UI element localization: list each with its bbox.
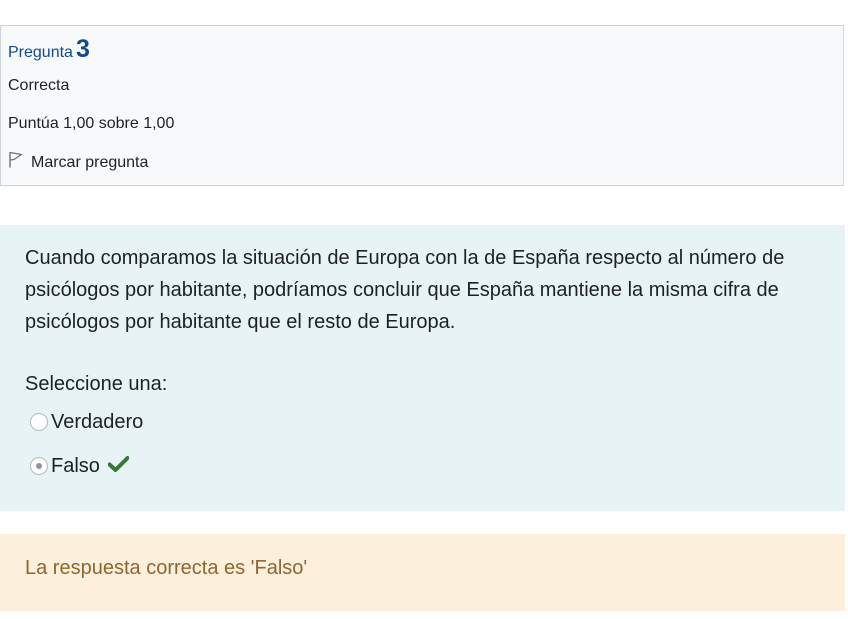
answer-label-falso: Falso	[51, 455, 100, 477]
question-state: Correcta	[8, 77, 70, 94]
flag-icon	[8, 151, 31, 174]
right-answer-text: La respuesta correcta es 'Falso'	[25, 557, 308, 579]
answer-option-verdadero[interactable]: Verdadero	[30, 407, 143, 437]
question-heading: Pregunta 3	[8, 34, 90, 68]
question-text: Cuando comparamos la situación de Europa…	[25, 247, 785, 333]
answer-label-verdadero: Verdadero	[51, 411, 144, 433]
flag-question-link[interactable]: Marcar pregunta	[8, 151, 148, 174]
radio-selected-dot	[36, 463, 42, 469]
question-label: Pregunta	[8, 44, 73, 61]
radio-verdadero[interactable]	[30, 413, 48, 431]
question-number: 3	[75, 35, 90, 63]
checkmark-icon	[107, 451, 130, 481]
answer-prompt: Seleccione una:	[25, 373, 168, 395]
question-grade: Puntúa 1,00 sobre 1,00	[8, 115, 175, 132]
flag-question-label: Marcar pregunta	[31, 153, 149, 171]
answer-option-falso[interactable]: Falso	[30, 451, 130, 481]
radio-falso[interactable]	[30, 457, 48, 475]
